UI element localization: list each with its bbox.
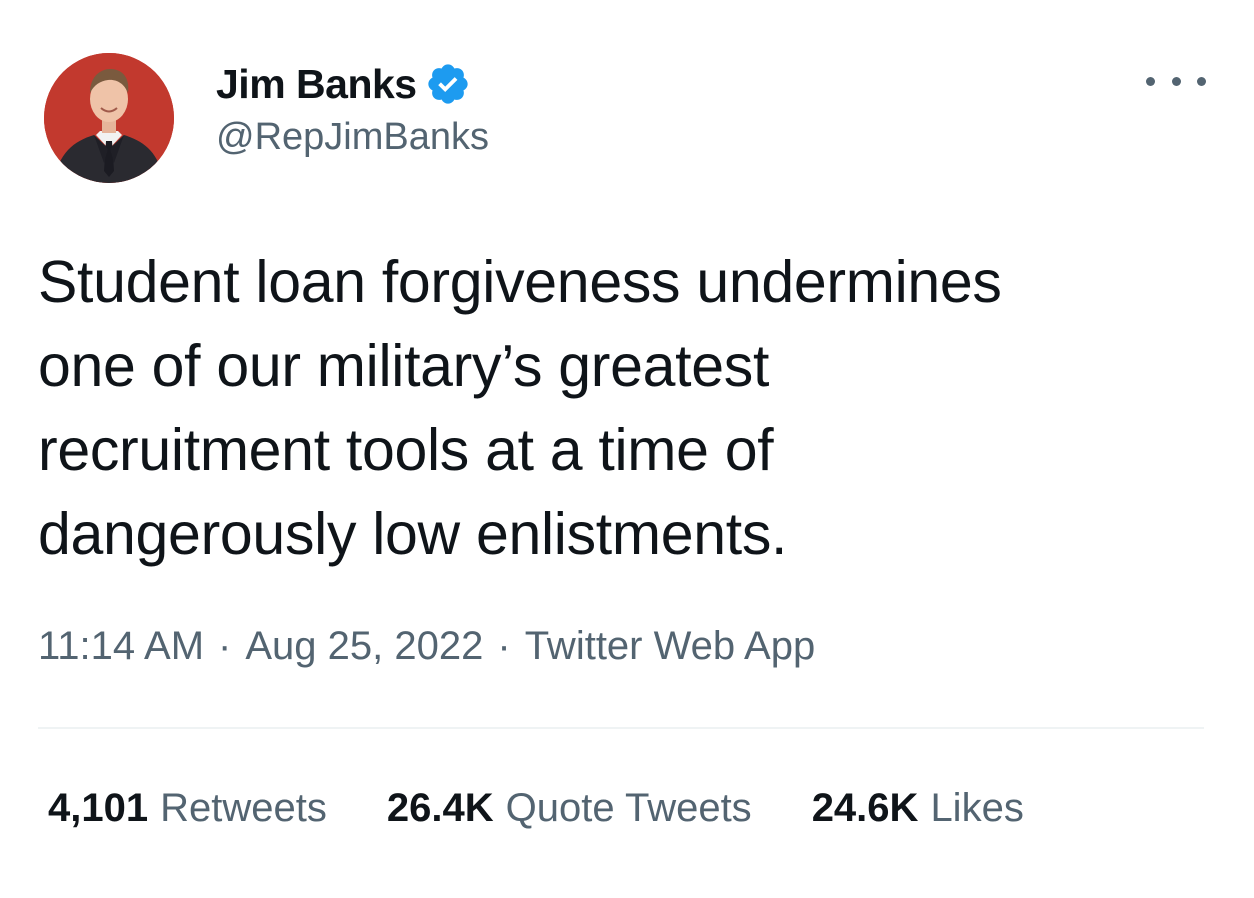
retweets-count: 4,101	[48, 786, 149, 830]
quote-tweets-stat[interactable]: 26.4K Quote Tweets	[387, 786, 752, 831]
verified-badge-icon	[425, 61, 471, 107]
likes-stat[interactable]: 24.6K Likes	[812, 786, 1024, 831]
divider	[38, 727, 1204, 729]
quote-tweets-count: 26.4K	[386, 786, 494, 830]
tweet-text: Student loan forgiveness undermines one …	[38, 240, 1198, 576]
more-dot	[1197, 76, 1206, 86]
more-dot	[1171, 76, 1181, 86]
likes-count: 24.6K	[811, 786, 919, 830]
tweet-text-line: recruitment tools at a time of	[38, 417, 774, 483]
likes-label: Likes	[930, 786, 1024, 830]
tweet-text-line: one of our military’s greatest	[38, 333, 770, 399]
meta-separator: ·	[218, 624, 232, 668]
tweet-time[interactable]: 11:14 AM	[38, 624, 204, 669]
handle[interactable]: @RepJimBanks	[216, 116, 489, 159]
tweet-text-line: dangerously low enlistments.	[38, 501, 788, 567]
tweet-date[interactable]: Aug 25, 2022	[245, 624, 483, 669]
more-options-icon[interactable]	[1146, 66, 1206, 96]
avatar[interactable]	[44, 53, 174, 183]
author-block: Jim Banks @RepJimBanks	[216, 58, 489, 159]
tweet-source[interactable]: Twitter Web App	[525, 624, 816, 669]
quote-tweets-label: Quote Tweets	[505, 786, 752, 830]
profile-photo-icon	[44, 53, 174, 183]
tweet-card: Jim Banks @RepJimBanks Student loan forg…	[0, 0, 1254, 898]
retweets-label: Retweets	[160, 786, 327, 830]
tweet-text-line: Student loan forgiveness undermines	[38, 249, 1002, 315]
meta-separator: ·	[497, 624, 511, 668]
more-dot	[1146, 76, 1155, 86]
retweets-stat[interactable]: 4,101 Retweets	[48, 786, 327, 831]
tweet-meta: 11:14 AM · Aug 25, 2022 · Twitter Web Ap…	[38, 624, 815, 669]
engagement-stats: 4,101 Retweets 26.4K Quote Tweets 24.6K …	[48, 786, 1084, 831]
name-row: Jim Banks	[216, 58, 489, 110]
display-name[interactable]: Jim Banks	[216, 61, 417, 108]
